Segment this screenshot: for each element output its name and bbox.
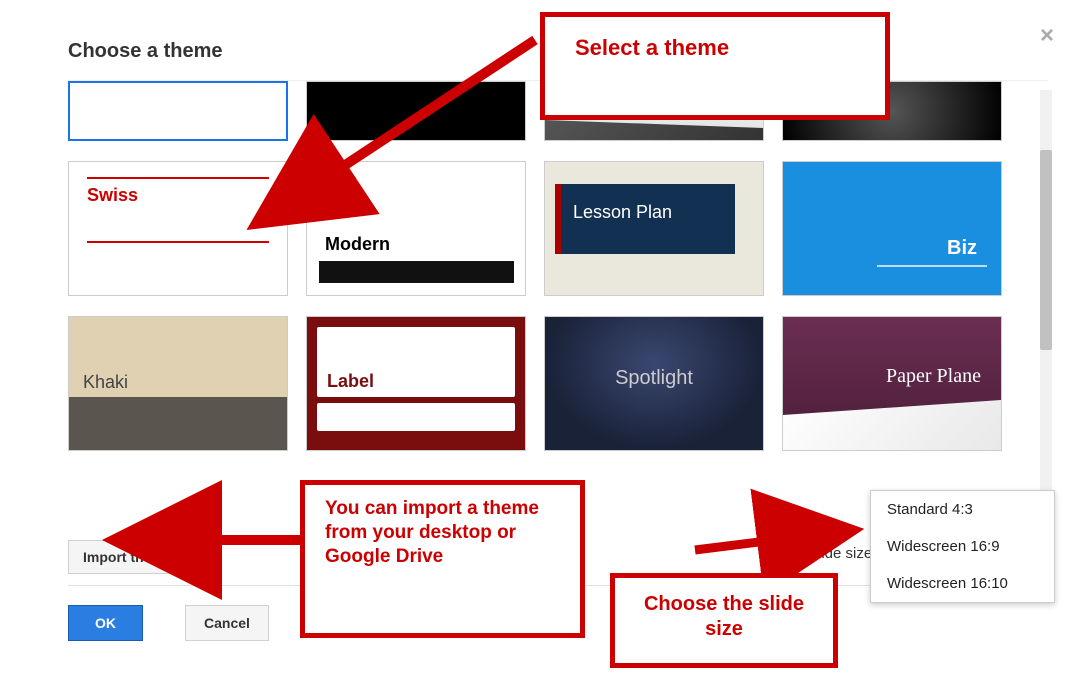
arrow-icon — [190, 520, 310, 565]
slide-size-option[interactable]: Widescreen 16:10 — [871, 565, 1054, 602]
theme-label: Paper Plane — [886, 365, 981, 388]
annotation-select-theme: Select a theme — [540, 12, 890, 120]
theme-label: Swiss — [87, 185, 269, 206]
slide-size-dropdown[interactable]: Standard 4:3 Widescreen 16:9 Widescreen … — [870, 490, 1055, 603]
import-theme-button[interactable]: Import theme — [68, 540, 187, 574]
slide-size-label: Slide size: — [808, 545, 876, 562]
slide-size-option[interactable]: Widescreen 16:9 — [871, 528, 1054, 565]
cancel-button[interactable]: Cancel — [185, 605, 269, 641]
theme-card[interactable] — [68, 81, 288, 141]
scrollbar-thumb[interactable] — [1040, 150, 1052, 350]
theme-label: Khaki — [83, 372, 128, 393]
theme-lesson-plan[interactable]: Lesson Plan — [544, 161, 764, 296]
theme-biz[interactable]: Biz — [782, 161, 1002, 296]
annotation-import: You can import a theme from your desktop… — [300, 480, 585, 638]
theme-label: Biz — [947, 237, 977, 260]
theme-paper-plane[interactable]: Paper Plane — [782, 316, 1002, 451]
arrow-icon — [310, 30, 540, 195]
theme-khaki[interactable]: Khaki — [68, 316, 288, 451]
ok-button[interactable]: OK — [68, 605, 143, 641]
theme-swiss[interactable]: Swiss — [68, 161, 288, 296]
theme-label: Modern — [325, 234, 390, 255]
scrollbar-track[interactable] — [1040, 90, 1052, 490]
arrow-icon — [690, 525, 790, 570]
theme-label: Label — [317, 327, 515, 397]
slide-size-option[interactable]: Standard 4:3 — [871, 491, 1054, 528]
theme-label: Lesson Plan — [555, 184, 735, 254]
theme-label: Spotlight — [545, 317, 763, 390]
annotation-slide-size: Choose the slide size — [610, 573, 838, 668]
theme-gallery: Swiss Modern Lesson Plan Biz Khaki Label — [68, 80, 1048, 510]
theme-label-red[interactable]: Label — [306, 316, 526, 451]
theme-spotlight[interactable]: Spotlight — [544, 316, 764, 451]
close-icon[interactable]: × — [1040, 22, 1054, 50]
